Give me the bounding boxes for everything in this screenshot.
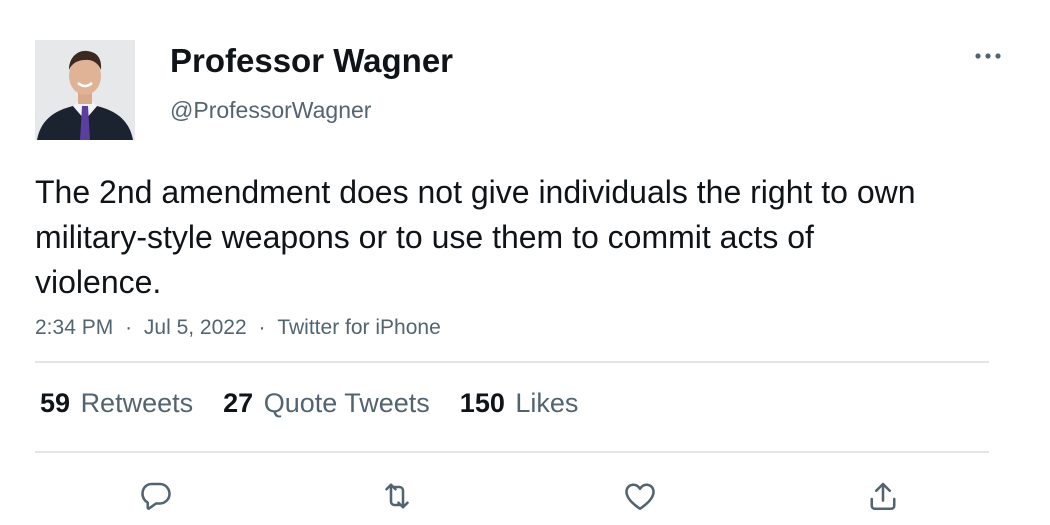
more-icon [975,53,1001,59]
heart-icon [625,483,655,511]
tweet-text: The 2nd amendment does not give individu… [35,174,916,300]
tweet-time[interactable]: 2:34 PM [35,316,113,340]
tweet-date[interactable]: Jul 5, 2022 [144,316,247,340]
meta-separator: · [258,316,266,339]
likes-label: Likes [515,388,579,418]
retweet-icon [385,483,409,509]
share-button[interactable] [861,474,905,518]
retweets-stat[interactable]: 59 Retweets [40,388,193,419]
profile-photo-icon [35,40,135,140]
likes-stat[interactable]: 150 Likes [460,388,579,419]
display-name[interactable]: Professor Wagner [170,42,453,80]
engagement-stats: 59 Retweets 27 Quote Tweets 150 Likes [40,388,608,419]
reply-icon [141,482,171,510]
avatar[interactable] [35,40,135,140]
reply-button[interactable] [134,474,178,518]
retweet-button[interactable] [375,474,419,518]
action-bar [35,474,989,518]
user-handle[interactable]: @ProfessorWagner [170,97,371,124]
likes-count: 150 [459,388,505,418]
like-button[interactable] [618,474,662,518]
share-icon [870,482,896,511]
meta-separator: · [125,316,133,339]
tweet-source[interactable]: Twitter for iPhone [277,316,440,340]
divider [35,361,989,363]
divider [35,451,989,453]
retweets-label: Retweets [80,388,194,418]
quote-tweets-count: 27 [223,388,254,418]
quote-tweets-label: Quote Tweets [263,388,430,418]
tweet-metadata: 2:34 PM · Jul 5, 2022 · Twitter for iPho… [35,316,441,340]
retweets-count: 59 [40,388,71,418]
more-options-button[interactable] [968,44,1008,68]
quote-tweets-stat[interactable]: 27 Quote Tweets [223,388,430,419]
